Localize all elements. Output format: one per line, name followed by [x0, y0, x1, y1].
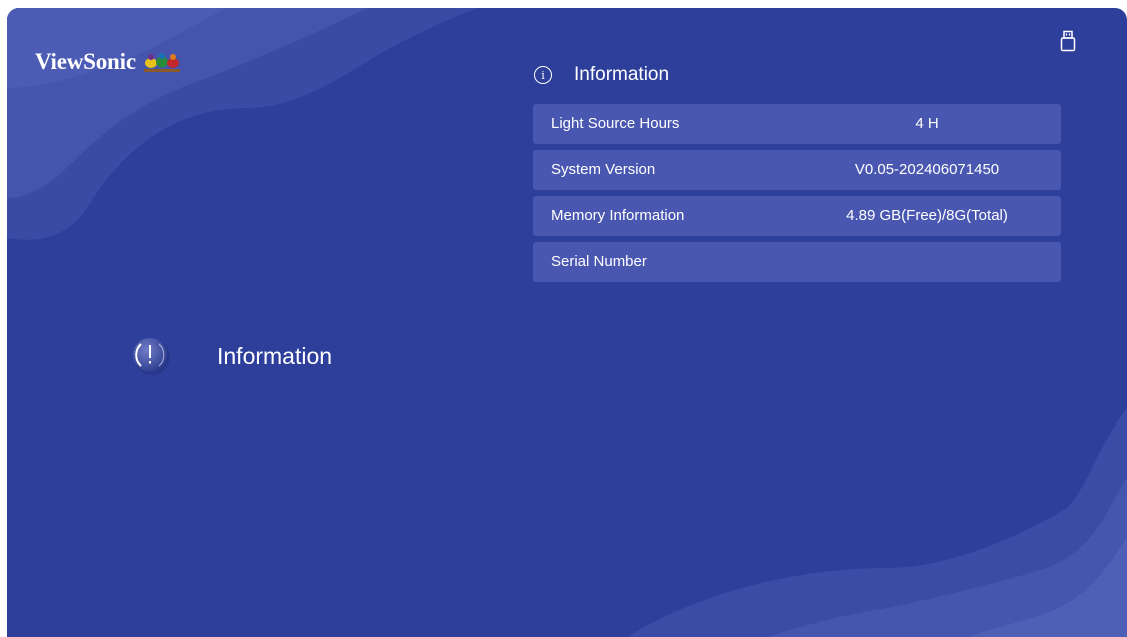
birds-logo-icon: [143, 53, 180, 72]
row-label: Serial Number: [551, 253, 647, 270]
info-circle-icon: i: [534, 66, 552, 84]
sidebar-item-information[interactable]: Information: [129, 334, 332, 378]
row-value: 4.89 GB(Free)/8G(Total): [846, 207, 1008, 224]
info-alert-icon: [133, 338, 170, 375]
information-list: Light Source Hours 4 H System Version V0…: [533, 104, 1061, 288]
viewsonic-logo: ViewSonic: [35, 49, 182, 75]
panel-title: i Information: [534, 64, 669, 86]
info-row-light-source-hours[interactable]: Light Source Hours 4 H: [533, 104, 1061, 144]
brand-name: ViewSonic: [35, 49, 136, 74]
projector-screen: ViewSonic i Information Light Source Hou…: [7, 8, 1127, 637]
row-label: Light Source Hours: [551, 115, 680, 132]
background-waves: [7, 8, 1127, 637]
row-value: 4 H: [915, 115, 939, 132]
row-label: System Version: [551, 161, 656, 178]
row-value: V0.05-202406071450: [854, 161, 1000, 178]
panel-title-text: Information: [574, 64, 670, 85]
info-row-memory-information[interactable]: Memory Information 4.89 GB(Free)/8G(Tota…: [533, 196, 1061, 236]
row-label: Memory Information: [551, 207, 685, 224]
usb-drive-icon: [1060, 30, 1076, 52]
info-row-serial-number[interactable]: Serial Number: [533, 242, 1061, 282]
sidebar-item-label: Information: [217, 342, 333, 369]
info-row-system-version[interactable]: System Version V0.05-202406071450: [533, 150, 1061, 190]
